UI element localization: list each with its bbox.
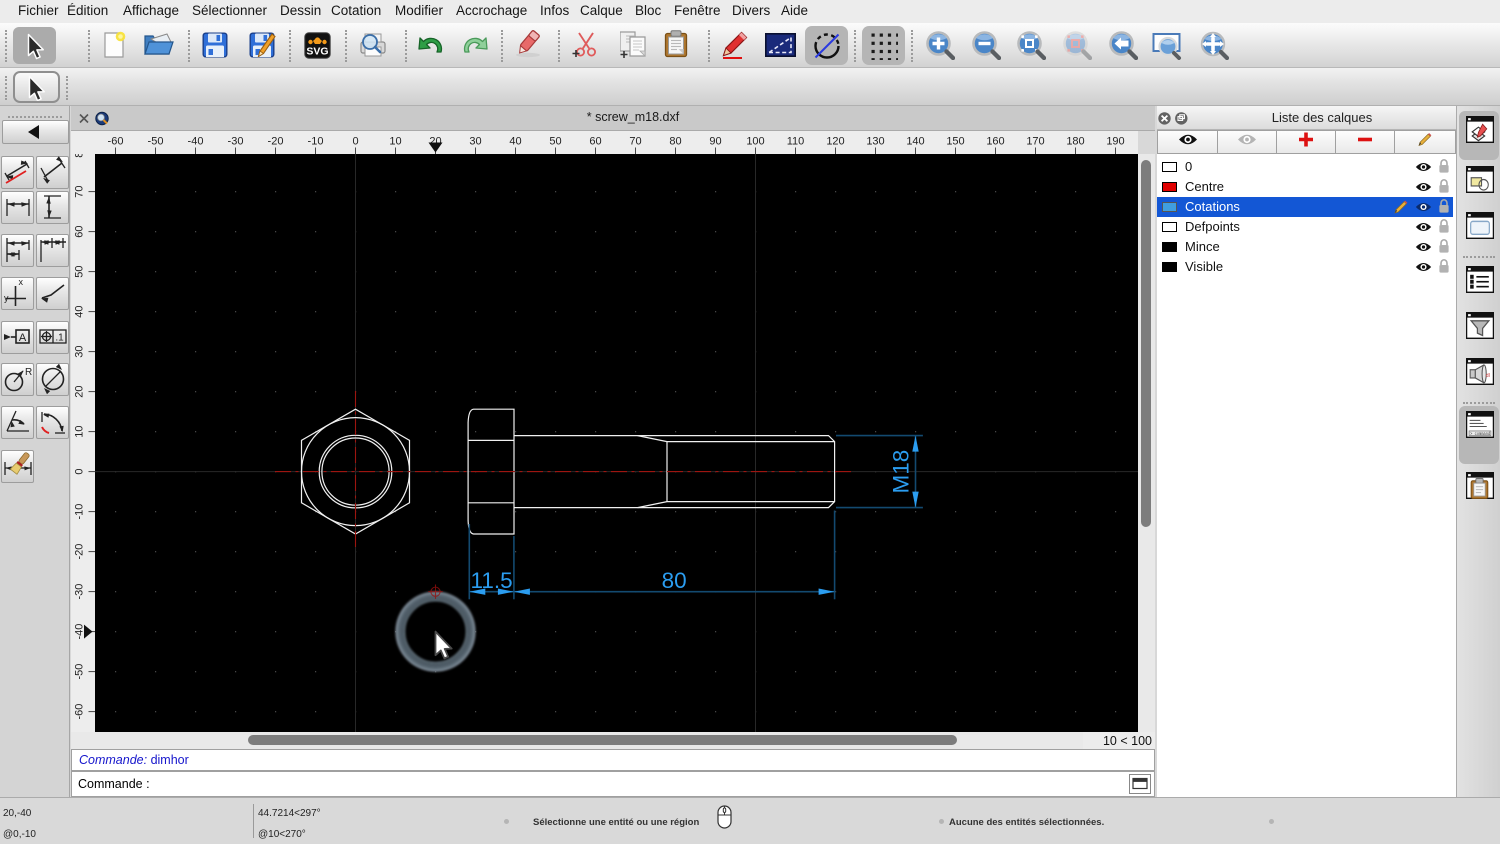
svg-text:100: 100 — [746, 136, 764, 148]
svg-text:60: 60 — [74, 225, 86, 237]
svg-text:-60: -60 — [74, 704, 86, 720]
svg-text:110: 110 — [787, 136, 805, 148]
svg-text:10: 10 — [389, 136, 401, 148]
svg-text:0: 0 — [352, 136, 358, 148]
svg-text:50: 50 — [549, 136, 561, 148]
svg-text:-10: -10 — [74, 504, 86, 520]
svg-text:130: 130 — [866, 136, 884, 148]
svg-text:-40: -40 — [74, 624, 86, 640]
svg-text:-60: -60 — [108, 136, 124, 148]
svg-text:-10: -10 — [308, 136, 324, 148]
svg-text:SVG: SVG — [306, 46, 328, 58]
svg-text:10: 10 — [74, 425, 86, 437]
svg-text:.1: .1 — [55, 333, 64, 344]
svg-text:-50: -50 — [74, 664, 86, 680]
svg-text:90: 90 — [709, 136, 721, 148]
svg-text:70: 70 — [629, 136, 641, 148]
svg-text:120: 120 — [826, 136, 844, 148]
svg-text:> command: > command — [1470, 432, 1491, 437]
svg-text:40: 40 — [74, 305, 86, 317]
svg-text:80: 80 — [662, 568, 687, 593]
svg-text:170: 170 — [1026, 136, 1044, 148]
svg-text:M18: M18 — [889, 450, 914, 494]
svg-text:30: 30 — [469, 136, 481, 148]
svg-text:150: 150 — [946, 136, 964, 148]
svg-text:190: 190 — [1106, 136, 1124, 148]
svg-text:30: 30 — [74, 345, 86, 357]
svg-text:-20: -20 — [268, 136, 284, 148]
svg-text:0: 0 — [74, 469, 86, 475]
svg-text:160: 160 — [986, 136, 1004, 148]
svg-text:180: 180 — [1066, 136, 1084, 148]
svg-text:R: R — [25, 367, 32, 378]
svg-text:11.5: 11.5 — [471, 568, 513, 593]
svg-text:40: 40 — [509, 136, 521, 148]
svg-text:80: 80 — [669, 136, 681, 148]
svg-text:-20: -20 — [74, 544, 86, 560]
svg-text:70: 70 — [74, 185, 86, 197]
svg-text:140: 140 — [906, 136, 924, 148]
svg-text:50: 50 — [74, 265, 86, 277]
svg-text:x: x — [18, 277, 23, 287]
svg-text:-40: -40 — [188, 136, 204, 148]
svg-text:20: 20 — [74, 385, 86, 397]
svg-text:-50: -50 — [148, 136, 164, 148]
svg-text:-30: -30 — [228, 136, 244, 148]
svg-text:60: 60 — [589, 136, 601, 148]
svg-text:-30: -30 — [74, 584, 86, 600]
svg-text:dl: dl — [1485, 373, 1489, 379]
svg-text:80: 80 — [74, 154, 86, 158]
svg-text:A: A — [18, 332, 26, 344]
